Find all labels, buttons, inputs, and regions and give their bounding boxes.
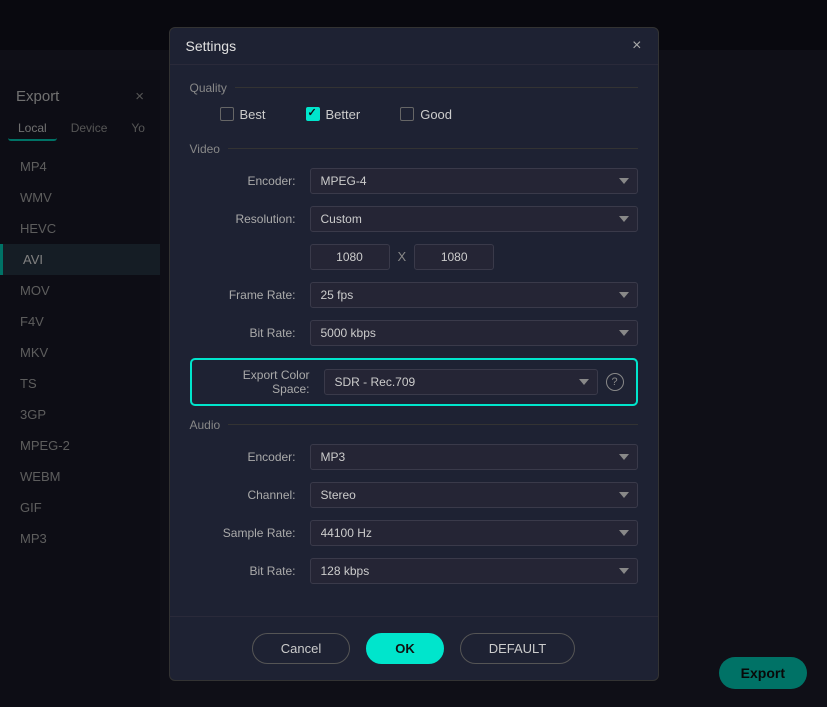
audio-channel-control: Stereo Mono 5.1	[310, 482, 638, 508]
resolution-width-input[interactable]: 1080	[310, 244, 390, 270]
video-encoder-label: Encoder:	[190, 174, 310, 188]
settings-dialog: Settings × Quality Best Better Go	[169, 27, 659, 681]
audio-samplerate-label: Sample Rate:	[190, 526, 310, 540]
audio-encoder-row: Encoder: MP3 AAC WAV	[190, 444, 638, 470]
audio-bitrate-select[interactable]: 128 kbps 192 kbps 320 kbps	[310, 558, 638, 584]
video-bitrate-control: 5000 kbps 8000 kbps 10000 kbps	[310, 320, 638, 346]
video-resolution-row: Resolution: Custom 1920x1080 1280x720	[190, 206, 638, 232]
dialog-title: Settings	[186, 38, 237, 54]
video-framerate-select[interactable]: 25 fps 30 fps 60 fps	[310, 282, 638, 308]
audio-channel-select[interactable]: Stereo Mono 5.1	[310, 482, 638, 508]
dialog-header: Settings ×	[170, 28, 658, 65]
color-space-help-icon[interactable]: ?	[606, 373, 624, 391]
video-encoder-control: MPEG-4 H.264 H.265	[310, 168, 638, 194]
quality-better-label: Better	[326, 107, 361, 122]
quality-better[interactable]: Better	[306, 107, 361, 122]
quality-row: Best Better Good	[190, 107, 638, 122]
video-resolution-label: Resolution:	[190, 212, 310, 226]
video-framerate-row: Frame Rate: 25 fps 30 fps 60 fps	[190, 282, 638, 308]
audio-samplerate-control: 44100 Hz 48000 Hz 22050 Hz	[310, 520, 638, 546]
dialog-close-button[interactable]: ×	[632, 38, 641, 54]
audio-samplerate-row: Sample Rate: 44100 Hz 48000 Hz 22050 Hz	[190, 520, 638, 546]
audio-encoder-label: Encoder:	[190, 450, 310, 464]
video-resolution-select[interactable]: Custom 1920x1080 1280x720	[310, 206, 638, 232]
color-space-select[interactable]: SDR - Rec.709 HDR - Rec.2020	[324, 369, 598, 395]
color-space-row: Export Color Space: SDR - Rec.709 HDR - …	[190, 358, 638, 406]
ok-button[interactable]: OK	[366, 633, 444, 664]
quality-good-checkbox[interactable]	[400, 107, 414, 121]
audio-channel-row: Channel: Stereo Mono 5.1	[190, 482, 638, 508]
dialog-footer: Cancel OK DEFAULT	[170, 616, 658, 680]
audio-encoder-control: MP3 AAC WAV	[310, 444, 638, 470]
audio-channel-label: Channel:	[190, 488, 310, 502]
audio-bitrate-control: 128 kbps 192 kbps 320 kbps	[310, 558, 638, 584]
quality-better-checkbox[interactable]	[306, 107, 320, 121]
dialog-body: Quality Best Better Good Video	[170, 65, 658, 616]
quality-best-label: Best	[240, 107, 266, 122]
color-space-control: SDR - Rec.709 HDR - Rec.2020 ?	[324, 369, 624, 395]
video-bitrate-select[interactable]: 5000 kbps 8000 kbps 10000 kbps	[310, 320, 638, 346]
audio-encoder-select[interactable]: MP3 AAC WAV	[310, 444, 638, 470]
audio-bitrate-label: Bit Rate:	[190, 564, 310, 578]
video-resolution-inputs-row: 1080 X 1080	[190, 244, 638, 270]
audio-samplerate-select[interactable]: 44100 Hz 48000 Hz 22050 Hz	[310, 520, 638, 546]
modal-overlay: Settings × Quality Best Better Go	[0, 0, 827, 707]
quality-good-label: Good	[420, 107, 452, 122]
video-framerate-label: Frame Rate:	[190, 288, 310, 302]
quality-good[interactable]: Good	[400, 107, 452, 122]
video-section-label: Video	[190, 142, 638, 156]
quality-section-label: Quality	[190, 81, 638, 95]
video-encoder-row: Encoder: MPEG-4 H.264 H.265	[190, 168, 638, 194]
default-button[interactable]: DEFAULT	[460, 633, 576, 664]
cancel-button[interactable]: Cancel	[252, 633, 350, 664]
video-encoder-select[interactable]: MPEG-4 H.264 H.265	[310, 168, 638, 194]
quality-best-checkbox[interactable]	[220, 107, 234, 121]
audio-section-label: Audio	[190, 418, 638, 432]
audio-bitrate-row: Bit Rate: 128 kbps 192 kbps 320 kbps	[190, 558, 638, 584]
video-framerate-control: 25 fps 30 fps 60 fps	[310, 282, 638, 308]
resolution-height-input[interactable]: 1080	[414, 244, 494, 270]
video-bitrate-row: Bit Rate: 5000 kbps 8000 kbps 10000 kbps	[190, 320, 638, 346]
resolution-inputs: 1080 X 1080	[310, 244, 638, 270]
video-resolution-control: Custom 1920x1080 1280x720	[310, 206, 638, 232]
color-space-label: Export Color Space:	[204, 368, 324, 396]
resolution-x-separator: X	[398, 249, 407, 264]
quality-best[interactable]: Best	[220, 107, 266, 122]
video-bitrate-label: Bit Rate:	[190, 326, 310, 340]
